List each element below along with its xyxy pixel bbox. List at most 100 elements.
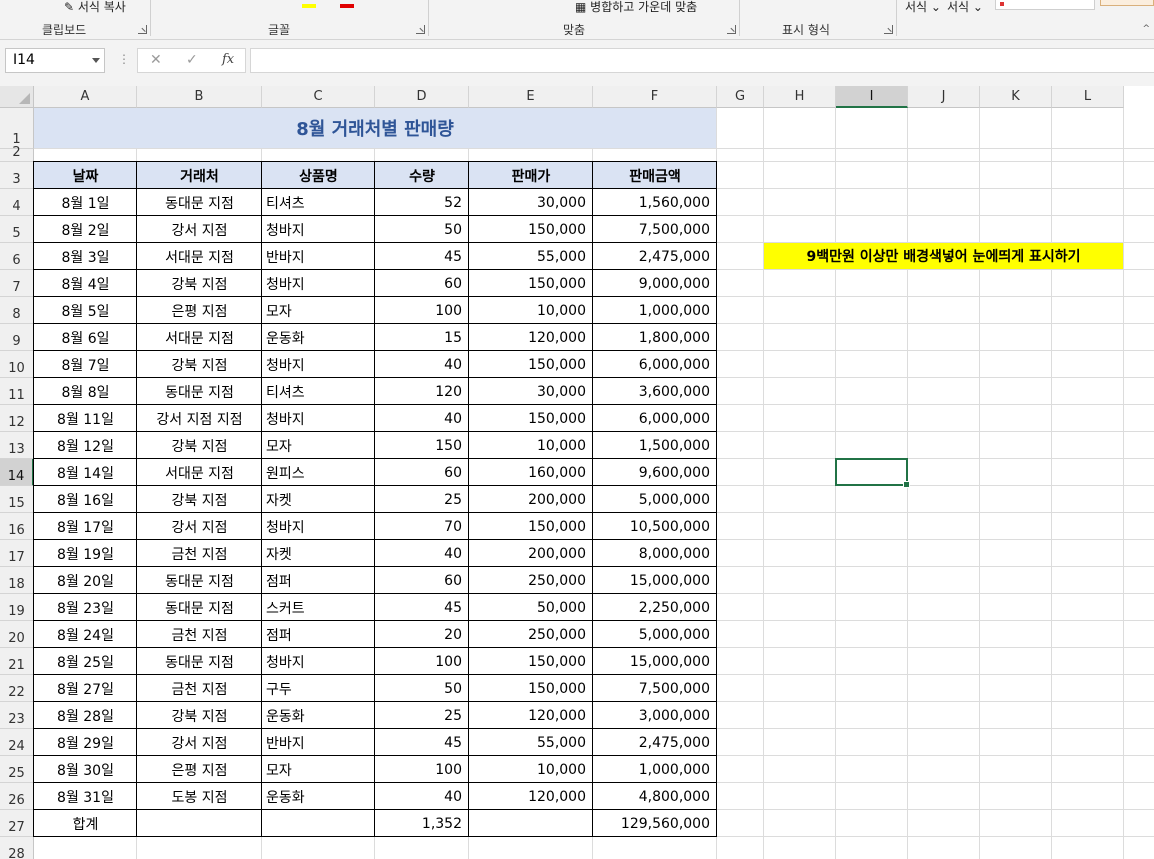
row-header-16[interactable]: 16 (0, 513, 34, 540)
cell-date[interactable]: 8월 4일 (34, 270, 137, 297)
row-header-7[interactable]: 7 (0, 270, 34, 297)
cell-date[interactable]: 8월 28일 (34, 702, 137, 729)
column-header-b[interactable]: B (137, 86, 262, 108)
font-launcher-icon[interactable] (416, 25, 425, 34)
cell-amount[interactable]: 3,000,000 (593, 702, 717, 729)
cell-date[interactable]: 8월 14일 (34, 459, 137, 486)
insert-function-icon[interactable]: fx (222, 52, 234, 67)
cell-amount[interactable]: 9,000,000 (593, 270, 717, 297)
row-header-17[interactable]: 17 (0, 540, 34, 567)
total-date[interactable]: 합계 (34, 810, 137, 837)
row-header-23[interactable]: 23 (0, 702, 34, 729)
table-header-quantity[interactable]: 수량 (375, 162, 469, 189)
cell-client[interactable]: 동대문 지점 (137, 189, 262, 216)
cell-amount[interactable]: 7,500,000 (593, 216, 717, 243)
cell-client[interactable]: 강북 지점 (137, 270, 262, 297)
table-format-button[interactable]: 서식 ⌄ (947, 0, 983, 15)
cell-quantity[interactable]: 40 (375, 351, 469, 378)
cell-date[interactable]: 8월 12일 (34, 432, 137, 459)
cell-date[interactable]: 8월 17일 (34, 513, 137, 540)
row-header-1[interactable]: 1 (0, 108, 34, 149)
column-header-e[interactable]: E (469, 86, 593, 108)
cell-amount[interactable]: 1,800,000 (593, 324, 717, 351)
highlight-color-icon[interactable] (302, 4, 316, 8)
column-header-d[interactable]: D (375, 86, 469, 108)
alignment-launcher-icon[interactable] (727, 25, 736, 34)
cell-product[interactable]: 원피스 (262, 459, 375, 486)
cell-client[interactable]: 서대문 지점 (137, 243, 262, 270)
cell-amount[interactable]: 1,000,000 (593, 297, 717, 324)
column-header-a[interactable]: A (34, 86, 137, 108)
cell-amount[interactable]: 9,600,000 (593, 459, 717, 486)
total-amount[interactable]: 129,560,000 (593, 810, 717, 837)
cell-product[interactable]: 모자 (262, 297, 375, 324)
cell-product[interactable]: 운동화 (262, 702, 375, 729)
cell-date[interactable]: 8월 1일 (34, 189, 137, 216)
row-header-2[interactable]: 2 (0, 145, 34, 162)
row-header-4[interactable]: 4 (0, 189, 34, 216)
cell-unit-price[interactable]: 10,000 (469, 297, 593, 324)
cell-quantity[interactable]: 120 (375, 378, 469, 405)
row-header-25[interactable]: 25 (0, 756, 34, 783)
row-header-20[interactable]: 20 (0, 621, 34, 648)
cell-client[interactable]: 동대문 지점 (137, 594, 262, 621)
cell-date[interactable]: 8월 20일 (34, 567, 137, 594)
more-options-icon[interactable]: ⋮ (118, 52, 130, 66)
cell-client[interactable]: 동대문 지점 (137, 567, 262, 594)
cell-quantity[interactable]: 15 (375, 324, 469, 351)
collapse-ribbon-icon[interactable]: ^ (1142, 24, 1150, 34)
cell-quantity[interactable]: 40 (375, 540, 469, 567)
cell-unit-price[interactable]: 200,000 (469, 540, 593, 567)
cell-product[interactable]: 청바지 (262, 648, 375, 675)
row-header-12[interactable]: 12 (0, 405, 34, 432)
cell-product[interactable]: 청바지 (262, 270, 375, 297)
cell-product[interactable]: 청바지 (262, 351, 375, 378)
row-header-28[interactable]: 28 (0, 837, 34, 859)
cell-date[interactable]: 8월 19일 (34, 540, 137, 567)
cell-client[interactable]: 금천 지점 (137, 675, 262, 702)
cell-amount[interactable]: 6,000,000 (593, 405, 717, 432)
row-header-18[interactable]: 18 (0, 567, 34, 594)
sheet-title[interactable]: 8월 거래처별 판매량 (34, 108, 716, 148)
cell-date[interactable]: 8월 24일 (34, 621, 137, 648)
cell-amount[interactable]: 15,000,000 (593, 567, 717, 594)
cell-amount[interactable]: 2,475,000 (593, 243, 717, 270)
cell-client[interactable]: 금천 지점 (137, 540, 262, 567)
cell-amount[interactable]: 8,000,000 (593, 540, 717, 567)
cell-client[interactable]: 강북 지점 (137, 351, 262, 378)
cell-amount[interactable]: 5,000,000 (593, 621, 717, 648)
cell-unit-price[interactable]: 200,000 (469, 486, 593, 513)
cell-client[interactable]: 강서 지점 (137, 216, 262, 243)
name-box[interactable]: I14 (5, 48, 105, 73)
cell-client[interactable]: 은평 지점 (137, 756, 262, 783)
cell-quantity[interactable]: 100 (375, 756, 469, 783)
table-header-client[interactable]: 거래처 (137, 162, 262, 189)
cell-quantity[interactable]: 40 (375, 405, 469, 432)
column-header-l[interactable]: L (1052, 86, 1124, 108)
total-product[interactable] (262, 810, 375, 837)
column-header-k[interactable]: K (980, 86, 1052, 108)
cell-unit-price[interactable]: 120,000 (469, 702, 593, 729)
cell-unit-price[interactable]: 250,000 (469, 621, 593, 648)
cell-product[interactable]: 점퍼 (262, 621, 375, 648)
cell-product[interactable]: 운동화 (262, 783, 375, 810)
merge-center-button[interactable]: ▦ 병합하고 가운데 맞춤 (575, 0, 697, 15)
cell-product[interactable]: 반바지 (262, 243, 375, 270)
cell-amount[interactable]: 3,600,000 (593, 378, 717, 405)
cell-amount[interactable]: 1,560,000 (593, 189, 717, 216)
cell-unit-price[interactable]: 150,000 (469, 270, 593, 297)
font-color-icon[interactable] (340, 4, 354, 8)
cell-amount[interactable]: 5,000,000 (593, 486, 717, 513)
cell-unit-price[interactable]: 150,000 (469, 351, 593, 378)
cell-date[interactable]: 8월 7일 (34, 351, 137, 378)
cell-amount[interactable]: 2,475,000 (593, 729, 717, 756)
row-header-27[interactable]: 27 (0, 810, 34, 837)
cell-product[interactable]: 모자 (262, 756, 375, 783)
cell-amount[interactable]: 1,500,000 (593, 432, 717, 459)
cell-date[interactable]: 8월 16일 (34, 486, 137, 513)
cell-amount[interactable]: 4,800,000 (593, 783, 717, 810)
cell-client[interactable]: 강북 지점 (137, 702, 262, 729)
worksheet-grid[interactable]: A B C D E F G H I J K L 1 2 3 4 5 6 7 8 9 10 11 12 13 14 15 16 17 18 1… (0, 86, 1154, 859)
cell-quantity[interactable]: 45 (375, 594, 469, 621)
cell-date[interactable]: 8월 2일 (34, 216, 137, 243)
